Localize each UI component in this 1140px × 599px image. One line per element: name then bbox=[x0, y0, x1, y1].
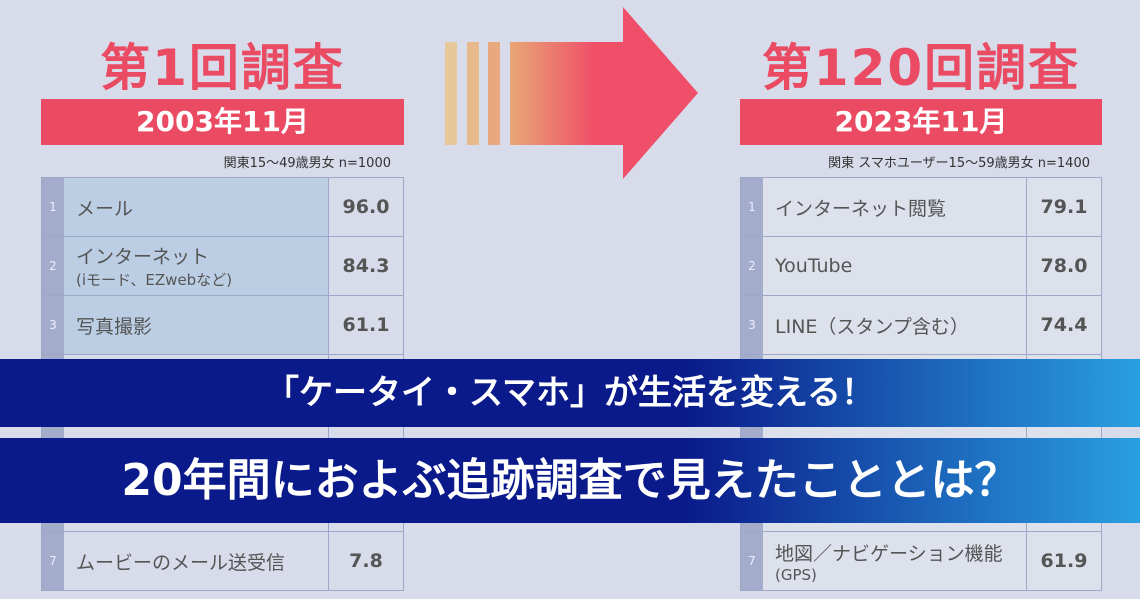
item-cell: LINE（スタンプ含む） bbox=[763, 296, 1027, 354]
rank: 2 bbox=[42, 237, 64, 295]
value: 96.0 bbox=[342, 196, 390, 218]
item-label: YouTube bbox=[775, 255, 853, 277]
item-cell: ムービーのメール送受信 bbox=[64, 532, 329, 590]
value: 79.1 bbox=[1040, 196, 1088, 218]
left-title: 第1回調査 bbox=[100, 39, 345, 97]
item-cell: 地図／ナビゲーション機能 (GPS) bbox=[763, 532, 1027, 590]
value: 61.9 bbox=[1040, 550, 1088, 572]
table-row: 1 インターネット閲覧 79.1 bbox=[741, 178, 1101, 237]
item-note: (iモード、EZwebなど) bbox=[76, 271, 233, 289]
rank: 7 bbox=[42, 532, 64, 590]
right-subtitle: 関東 スマホユーザー15～59歳男女 n=1400 bbox=[828, 156, 1090, 171]
item-label: 写真撮影 bbox=[76, 315, 153, 338]
item-label: インターネット閲覧 bbox=[775, 197, 947, 220]
table-row: 2 インターネット (iモード、EZwebなど) 84.3 bbox=[42, 237, 403, 296]
table-row: 2 YouTube 78.0 bbox=[741, 237, 1101, 296]
table-row: 7 地図／ナビゲーション機能 (GPS) 61.9 bbox=[741, 532, 1101, 591]
rank: 2 bbox=[741, 237, 763, 295]
table-row: 3 LINE（スタンプ含む） 74.4 bbox=[741, 296, 1101, 355]
value: 74.4 bbox=[1040, 314, 1088, 336]
value: 78.0 bbox=[1040, 255, 1088, 277]
rank: 3 bbox=[42, 296, 64, 354]
item-cell: インターネット (iモード、EZwebなど) bbox=[64, 237, 329, 295]
arrow-icon bbox=[445, 7, 698, 179]
right-title: 第120回調査 bbox=[761, 39, 1081, 97]
item-cell: インターネット閲覧 bbox=[763, 178, 1027, 236]
rank: 1 bbox=[42, 178, 64, 236]
rank: 7 bbox=[741, 532, 763, 590]
left-date: 2003年11月 bbox=[41, 99, 404, 145]
right-date: 2023年11月 bbox=[740, 99, 1102, 145]
item-cell: 写真撮影 bbox=[64, 296, 329, 354]
rank: 3 bbox=[741, 296, 763, 354]
item-label: メール bbox=[76, 197, 134, 220]
item-cell: YouTube bbox=[763, 237, 1027, 295]
rank: 1 bbox=[741, 178, 763, 236]
left-subtitle: 関東15～49歳男女 n=1000 bbox=[223, 156, 391, 171]
table-row: 1 メール 96.0 bbox=[42, 178, 403, 237]
value: 84.3 bbox=[342, 255, 390, 277]
value: 61.1 bbox=[342, 314, 390, 336]
item-label: ムービーのメール送受信 bbox=[76, 551, 286, 574]
item-label: インターネット bbox=[76, 246, 210, 268]
table-row: 7 ムービーのメール送受信 7.8 bbox=[42, 532, 403, 591]
item-label: LINE（スタンプ含む） bbox=[775, 315, 969, 338]
value: 7.8 bbox=[349, 550, 383, 572]
item-label: 地図／ナビゲーション機能 bbox=[775, 542, 1003, 565]
headline-line1: 「ケータイ・スマホ」が生活を変える！ bbox=[0, 359, 1140, 427]
headline-line2: 20年間におよぶ追跡調査で見えたこととは？ bbox=[0, 438, 1140, 523]
item-note: (GPS) bbox=[775, 565, 817, 584]
item-cell: メール bbox=[64, 178, 329, 236]
table-row: 3 写真撮影 61.1 bbox=[42, 296, 403, 355]
